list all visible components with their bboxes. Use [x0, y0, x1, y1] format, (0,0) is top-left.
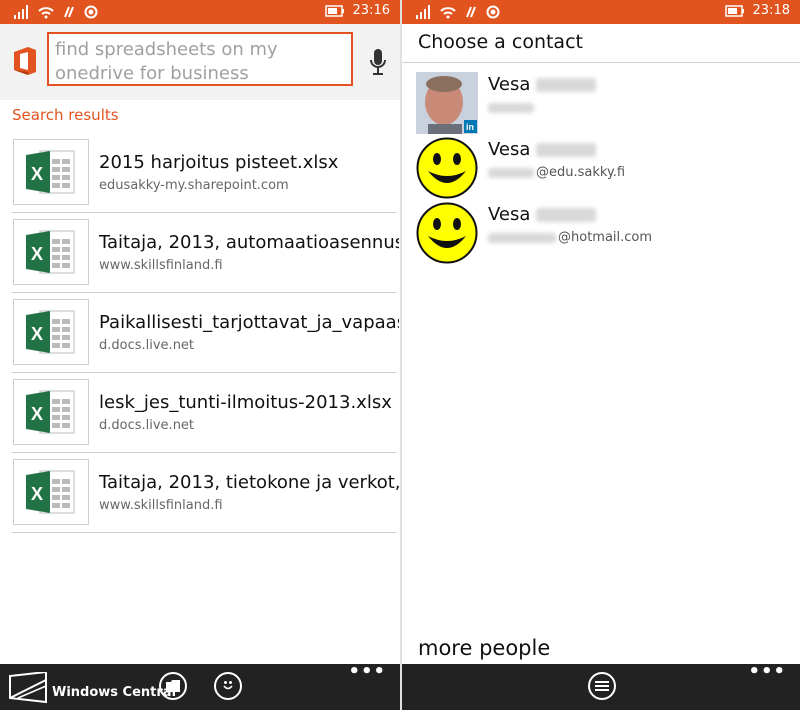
location-icon — [486, 5, 500, 19]
search-results-label: Search results — [12, 106, 119, 124]
result-item[interactable]: X Paikallisesti_tarjottavat_ja_vapaast d… — [0, 296, 400, 376]
contact-email: @hotmail.com — [488, 230, 652, 245]
result-title: 2015 harjoitus pisteet.xlsx — [99, 152, 339, 173]
svg-text:X: X — [31, 244, 43, 264]
contact-item[interactable]: in Vesa — [416, 72, 796, 136]
list-icon — [595, 677, 609, 696]
avatar: in — [416, 72, 478, 134]
result-url: d.docs.live.net — [99, 418, 195, 433]
excel-icon: X — [13, 299, 89, 365]
contact-item[interactable]: Vesa @hotmail.com — [416, 202, 796, 266]
svg-text:X: X — [31, 324, 43, 344]
divider — [12, 372, 396, 373]
excel-icon: X — [13, 459, 89, 525]
more-options-button[interactable]: ••• — [348, 663, 386, 681]
result-title: Paikallisesti_tarjottavat_ja_vapaast — [99, 312, 399, 333]
divider — [12, 452, 396, 453]
smiley-icon — [416, 202, 478, 264]
battery-icon — [724, 4, 745, 17]
page-title: Choose a contact — [418, 31, 583, 53]
contact-email: @edu.sakky.fi — [488, 165, 625, 180]
divider — [12, 292, 396, 293]
list-button[interactable] — [588, 672, 616, 700]
svg-text:X: X — [31, 484, 43, 504]
emoji-button[interactable] — [214, 672, 242, 700]
contact-name-row: Vesa — [488, 74, 597, 95]
app-bar: Windows Central ••• — [0, 663, 400, 710]
status-time: 23:16 — [352, 3, 390, 18]
signal-icon — [14, 5, 30, 19]
svg-text:in: in — [466, 122, 474, 132]
contact-name-row: Vesa — [488, 204, 597, 225]
wifi-icon — [440, 5, 456, 19]
excel-icon: X — [13, 139, 89, 205]
excel-icon: X — [13, 379, 89, 445]
divider — [402, 62, 800, 63]
contact-name-row: Vesa — [488, 139, 597, 160]
svg-text:X: X — [31, 164, 43, 184]
status-bar: 23:18 — [402, 0, 800, 24]
signal-icon — [416, 5, 432, 19]
watermark-text: Windows Central — [52, 685, 177, 700]
email-domain: @hotmail.com — [558, 230, 653, 245]
smiley-icon — [221, 677, 235, 696]
result-title: Taitaja, 2013, tietokone ja verkot, — [99, 472, 399, 493]
more-people-link[interactable]: more people — [418, 636, 550, 660]
redacted-surname — [536, 78, 597, 92]
smiley-icon — [416, 137, 478, 199]
wifi-icon — [38, 5, 54, 19]
redacted-surname — [536, 208, 597, 222]
contact-name: Vesa — [488, 139, 531, 160]
battery-icon — [324, 4, 345, 17]
microphone-icon[interactable] — [369, 48, 387, 80]
result-title: lesk_jes_tunti-ilmoitus-2013.xlsx — [99, 392, 392, 413]
contact-item[interactable]: Vesa @edu.sakky.fi — [416, 137, 796, 201]
result-title: Taitaja, 2013, automaatioasennus, — [99, 232, 399, 253]
redacted-email-user — [488, 232, 556, 243]
result-url: www.skillsfinland.fi — [99, 258, 223, 273]
contact-name: Vesa — [488, 74, 531, 95]
search-input[interactable]: find spreadsheets on my onedrive for bus… — [47, 32, 353, 86]
office-icon[interactable] — [12, 46, 38, 80]
location-icon — [84, 5, 98, 19]
contact-detail — [488, 100, 536, 115]
divider — [12, 532, 396, 533]
left-phone-screen: 23:16 find spreadsheets on my onedrive f… — [0, 0, 400, 710]
result-url: d.docs.live.net — [99, 338, 195, 353]
excel-icon: X — [13, 219, 89, 285]
result-item[interactable]: X Taitaja, 2013, tietokone ja verkot, ww… — [0, 456, 400, 536]
email-domain: @edu.sakky.fi — [536, 165, 626, 180]
result-list: X 2015 harjoitus pisteet.xlsx edusakky-m… — [0, 136, 400, 536]
result-url: edusakky-my.sharepoint.com — [99, 178, 289, 193]
result-url: www.skillsfinland.fi — [99, 498, 223, 513]
status-time: 23:18 — [752, 3, 790, 18]
nfc-icon — [464, 5, 478, 19]
folder-icon — [166, 677, 180, 696]
svg-text:X: X — [31, 404, 43, 424]
result-item[interactable]: X Taitaja, 2013, automaatioasennus, www.… — [0, 216, 400, 296]
status-bar: 23:16 — [0, 0, 400, 24]
search-bar: find spreadsheets on my onedrive for bus… — [0, 24, 400, 100]
redacted-surname — [536, 143, 597, 157]
folder-button[interactable] — [159, 672, 187, 700]
contact-name: Vesa — [488, 204, 531, 225]
more-options-button[interactable]: ••• — [748, 663, 786, 681]
right-phone-screen: 23:18 Choose a contact in Vesa Vesa @edu… — [402, 0, 800, 710]
redacted-detail — [488, 102, 534, 113]
divider — [12, 212, 396, 213]
nfc-icon — [62, 5, 76, 19]
redacted-email-user — [488, 167, 534, 178]
windows-central-logo — [8, 670, 48, 708]
result-item[interactable]: X lesk_jes_tunti-ilmoitus-2013.xlsx d.do… — [0, 376, 400, 456]
app-bar: ••• — [402, 663, 800, 710]
result-item[interactable]: X 2015 harjoitus pisteet.xlsx edusakky-m… — [0, 136, 400, 216]
